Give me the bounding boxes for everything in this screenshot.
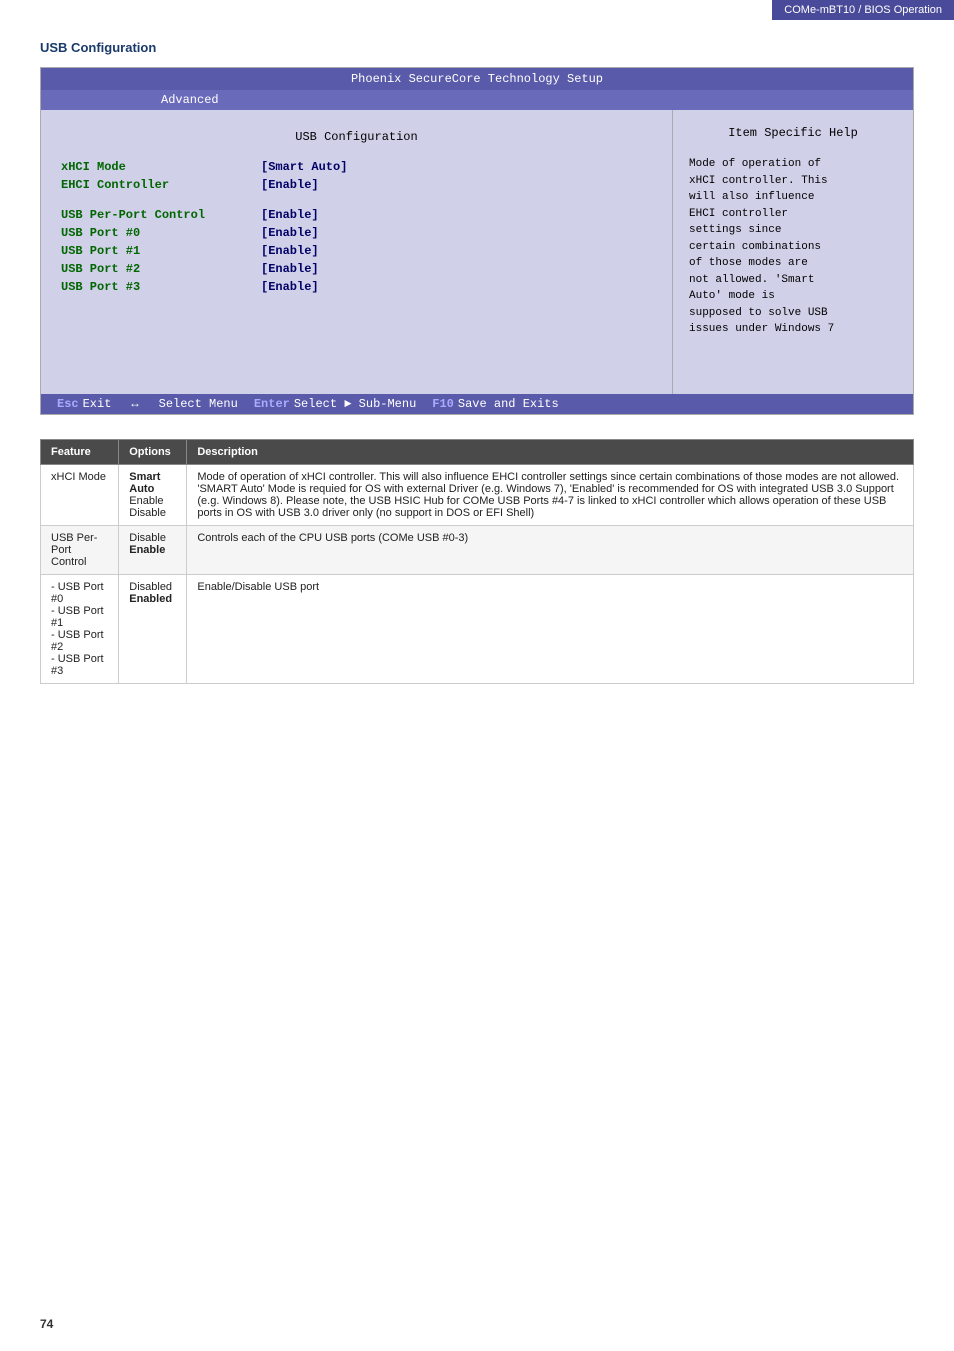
bios-value-ehci: [Enable] [261,178,319,192]
bios-desc-esc: Exit [83,397,112,411]
bios-left-header: USB Configuration [61,126,652,148]
bios-right-header: Item Specific Help [689,122,897,144]
bios-row-ehci: EHCI Controller [Enable] [61,178,652,192]
feature-cell: xHCI Mode [41,465,119,526]
bios-left-panel: USB Configuration xHCI Mode [Smart Auto]… [41,110,673,394]
bios-label-port1: USB Port #1 [61,244,261,258]
bios-bottom-select-menu: Select Menu [159,397,238,411]
feature-cell: - USB Port #0- USB Port #1- USB Port #2-… [41,575,119,684]
bios-desc-enter: Select ► Sub-Menu [294,397,416,411]
bios-label-perport: USB Per-Port Control [61,208,261,222]
section-title: USB Configuration [40,40,914,55]
col-header-options: Options [119,440,187,465]
bios-bottom-f10: F10 Save and Exits [432,397,558,411]
description-cell: Controls each of the CPU USB ports (COMe… [187,526,914,575]
table-row: xHCI Mode Smart Auto Enable Disable Mode… [41,465,914,526]
col-header-feature: Feature [41,440,119,465]
bios-row-xhci: xHCI Mode [Smart Auto] [61,160,652,174]
bios-row-port0: USB Port #0 [Enable] [61,226,652,240]
page-number: 74 [40,1317,53,1331]
bios-right-panel: Item Specific Help Mode of operation of … [673,110,913,394]
bios-desc-f10: Save and Exits [458,397,559,411]
feature-cell: USB Per-Port Control [41,526,119,575]
bios-title-text: Phoenix SecureCore Technology Setup [351,72,603,86]
bios-value-xhci: [Smart Auto] [261,160,347,174]
bios-nav-label: Advanced [161,93,219,107]
bios-value-port2: [Enable] [261,262,319,276]
bios-row-port2: USB Port #2 [Enable] [61,262,652,276]
options-cell: Disable Enable [119,526,187,575]
bios-bottom-enter: Enter Select ► Sub-Menu [254,397,416,411]
page-header: COMe-mBT10 / BIOS Operation [772,0,954,20]
bios-row-port1: USB Port #1 [Enable] [61,244,652,258]
bios-key-f10: F10 [432,397,454,411]
bios-label-ehci: EHCI Controller [61,178,261,192]
bios-label-port0: USB Port #0 [61,226,261,240]
bios-nav-bar: Advanced [41,90,913,110]
bios-bottom-bar: Esc Exit ↔ Select Menu Enter Select ► Su… [41,394,913,414]
bios-value-perport: [Enable] [261,208,319,222]
bios-content: USB Configuration xHCI Mode [Smart Auto]… [41,110,913,394]
options-cell: Disabled Enabled [119,575,187,684]
bios-screenshot: Phoenix SecureCore Technology Setup Adva… [40,67,914,415]
bios-value-port0: [Enable] [261,226,319,240]
description-cell: Enable/Disable USB port [187,575,914,684]
bios-label-port3: USB Port #3 [61,280,261,294]
bios-value-port1: [Enable] [261,244,319,258]
table-row: USB Per-Port Control Disable Enable Cont… [41,526,914,575]
bios-label-port2: USB Port #2 [61,262,261,276]
feature-table: Feature Options Description xHCI Mode Sm… [40,439,914,684]
bios-desc-select-menu: Select Menu [159,397,238,411]
table-row: - USB Port #0- USB Port #1- USB Port #2-… [41,575,914,684]
bios-help-text: Mode of operation of xHCI controller. Th… [689,156,897,338]
options-cell: Smart Auto Enable Disable [119,465,187,526]
description-cell: Mode of operation of xHCI controller. Th… [187,465,914,526]
bios-row-port3: USB Port #3 [Enable] [61,280,652,294]
bios-key-esc: Esc [57,397,79,411]
col-header-description: Description [187,440,914,465]
page-header-text: COMe-mBT10 / BIOS Operation [784,4,942,16]
bios-row-perport: USB Per-Port Control [Enable] [61,208,652,222]
bios-value-port3: [Enable] [261,280,319,294]
bios-title-bar: Phoenix SecureCore Technology Setup [41,68,913,90]
bios-label-xhci: xHCI Mode [61,160,261,174]
bios-bottom-esc: Esc Exit [57,397,111,411]
bios-key-enter: Enter [254,397,290,411]
